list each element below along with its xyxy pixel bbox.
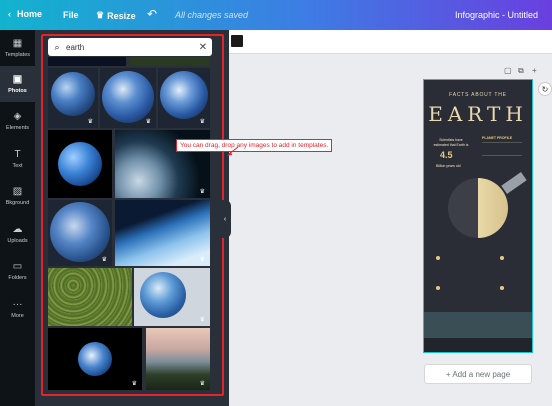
sidebar-item-label: Text [12,162,23,169]
sidebar-item-uploads[interactable]: ☁ Uploads [0,216,35,252]
folders-icon: ▭ [12,260,23,272]
uploads-icon: ☁ [12,223,23,235]
save-status: All changes saved [175,10,249,20]
infographic-dot [436,286,440,290]
infographic-canvas[interactable]: FACTS ABOUT THE EARTH Scientists have es… [423,79,533,353]
infographic-footer [424,338,532,352]
satellite-icon [501,172,527,194]
top-bar: ‹ Home File ♛ Resize ↶ All changes saved… [0,0,552,30]
editor-toolbar [229,30,552,54]
photos-icon: ▣ [12,73,23,85]
add-page-icon[interactable]: + [532,66,537,75]
sidebar-item-more[interactable]: ··· More [0,291,35,327]
templates-icon: ▦ [12,37,23,49]
infographic-banner [424,312,532,338]
sidebar-item-label: Folders [8,274,27,281]
refresh-icon[interactable]: ↻ [538,82,552,96]
resize-label: Resize [107,10,136,21]
infographic-age-unit: Billion years old [436,164,461,168]
app-root: { "topbar": { "home_label": "Home", "fil… [0,0,552,406]
chevron-left-icon: ‹ [8,9,11,19]
highlight-box [41,34,224,396]
sidebar-item-label: Elements [6,124,29,131]
sidebar-item-text[interactable]: T Text [0,141,35,177]
background-icon: ▨ [12,185,23,197]
undo-icon[interactable]: ↶ [147,7,157,21]
elements-icon: ◈ [13,110,22,122]
infographic-age-value: 4.5 [440,150,453,160]
sidebar-item-label: More [11,312,24,319]
sidebar-item-photos[interactable]: ▣ Photos [0,66,35,102]
sidebar-item-elements[interactable]: ◈ Elements [0,103,35,139]
notes-icon[interactable]: ▢ [504,66,512,75]
infographic-title: EARTH [428,102,528,126]
infographic-subtitle: FACTS ABOUT THE [449,92,507,98]
sidebar-item-folders[interactable]: ▭ Folders [0,253,35,289]
duplicate-page-icon[interactable]: ⧉ [518,66,524,76]
document-title[interactable]: Infographic - Untitled [455,10,538,20]
infographic-profile-title: PLANET PROFILE [482,136,513,140]
infographic-dot [500,256,504,260]
infographic-dot [436,256,440,260]
annotation-callout: You can drag, drop any images to add in … [176,139,333,152]
add-page-button[interactable]: + Add a new page [424,364,532,384]
resize-button[interactable]: ♛ Resize [96,10,136,21]
more-icon: ··· [12,298,23,310]
text-icon: T [14,148,21,160]
infographic-dot [500,286,504,290]
infographic-scientists-text: Scientists have estimated that Earth is [433,138,469,147]
sidebar-item-templates[interactable]: ▦ Templates [0,30,35,66]
collapse-panel-handle[interactable]: ‹ [219,200,231,238]
crown-icon: ♛ [96,10,105,20]
annotation-arrow-icon [227,146,239,156]
file-menu-button[interactable]: File [63,10,79,20]
infographic-earth-graphic [448,178,508,238]
home-button[interactable]: ‹ Home [8,9,42,19]
sidebar-item-label: Uploads [7,237,28,244]
sidebar-item-label: Bkground [5,199,30,206]
sidebar-item-label: Photos [8,87,27,94]
infographic-profile-lines [482,142,522,156]
sidebar-item-label: Templates [4,51,31,58]
sidebar-rail: ▦ Templates ▣ Photos ◈ Elements T Text ▨… [0,30,35,406]
sidebar-item-background[interactable]: ▨ Bkground [0,178,35,214]
home-label: Home [17,9,43,19]
color-swatch[interactable] [231,35,243,47]
